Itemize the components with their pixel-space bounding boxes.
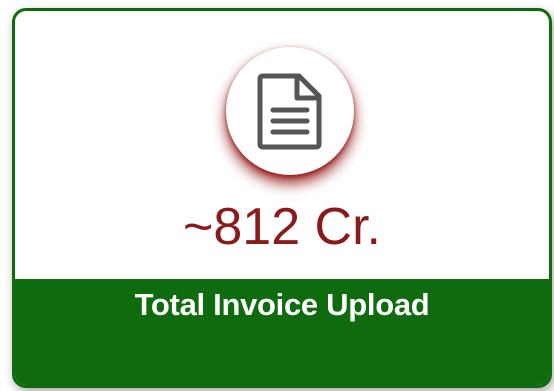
document-icon: [257, 73, 322, 150]
invoice-stat-card[interactable]: ~812 Cr. Total Invoice Upload: [12, 8, 552, 388]
card-footer: Total Invoice Upload: [15, 279, 549, 385]
stat-label: Total Invoice Upload: [134, 287, 430, 322]
icon-badge: [226, 47, 354, 175]
stat-value: ~812 Cr.: [182, 198, 382, 256]
